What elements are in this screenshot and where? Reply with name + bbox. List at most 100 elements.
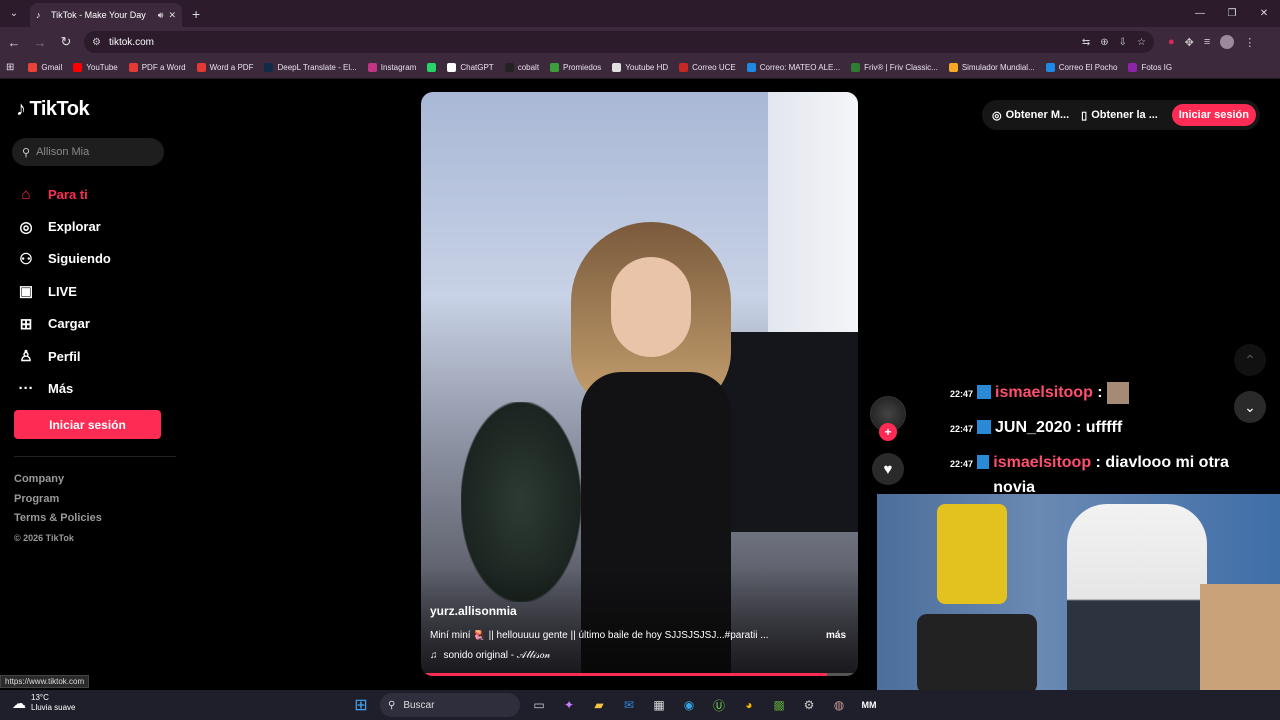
bookmark-favicon-icon xyxy=(196,63,206,72)
bookmark-item[interactable]: Word a PDF xyxy=(196,63,253,72)
sidebar-divider xyxy=(14,456,176,457)
upwork-icon[interactable]: Ⓤ xyxy=(708,694,730,716)
zoom-icon[interactable]: ⊕ xyxy=(1100,37,1108,48)
bookmark-favicon-icon xyxy=(447,63,457,72)
video-username[interactable]: yurz.allisonmia xyxy=(430,604,517,618)
file-explorer-icon[interactable]: ▰ xyxy=(588,694,610,716)
sidebar-item-para-ti[interactable]: ⌂ Para ti xyxy=(16,178,111,210)
follow-plus-icon[interactable]: + xyxy=(879,423,897,441)
speaker-icon[interactable]: 🔊︎ xyxy=(158,10,164,21)
reload-button[interactable]: ↻ xyxy=(54,30,78,54)
search-input[interactable]: ⚲ Allison Mia xyxy=(12,138,164,166)
restore-button[interactable]: ❐ xyxy=(1216,0,1248,27)
close-window-button[interactable]: ✕ xyxy=(1248,0,1280,27)
extension-icon[interactable]: ● xyxy=(1168,36,1175,48)
edge-icon[interactable]: ◉ xyxy=(678,694,700,716)
taskbar-search[interactable]: ⚲ Buscar xyxy=(380,693,520,717)
chat-username[interactable]: ismaelsitoop xyxy=(993,454,1091,471)
get-app-button[interactable]: ▯ Obtener la ... xyxy=(1081,109,1158,122)
get-coins-button[interactable]: ◎ Obtener M... xyxy=(992,109,1069,122)
sound-label: sonido original - 𝒜𝓁𝓁𝒾𝓈𝑜𝓃 xyxy=(443,650,551,661)
sidebar-item-label: Más xyxy=(48,381,74,397)
footer-link-program[interactable]: Program xyxy=(14,490,102,510)
extensions-puzzle-icon[interactable]: ✥ xyxy=(1185,36,1194,49)
user-avatar-icon[interactable]: ◍ xyxy=(828,694,850,716)
install-icon[interactable]: ⇩ xyxy=(1119,37,1127,48)
video-player[interactable]: yurz.allisonmia Miní miní 🪼 || hellouuuu… xyxy=(421,92,858,676)
minimize-button[interactable]: — xyxy=(1184,0,1216,27)
status-url-tooltip: https://www.tiktok.com xyxy=(0,675,90,688)
forward-button[interactable]: → xyxy=(28,30,52,54)
footer-link-company[interactable]: Company xyxy=(14,470,102,490)
video-sound[interactable]: ♫ sonido original - 𝒜𝓁𝓁𝒾𝓈𝑜𝓃 xyxy=(430,650,550,661)
tab-title: TikTok - Make Your Day xyxy=(51,10,146,20)
chat-message: 22:47 JUN_2020 : ufffff xyxy=(950,415,1240,442)
bookmark-item[interactable]: Friv® | Friv Classic... xyxy=(851,63,938,72)
minecraft-icon[interactable]: ▩ xyxy=(768,694,790,716)
apps-grid-icon[interactable]: ⊞ xyxy=(6,62,14,73)
bookmark-item[interactable]: YouTube xyxy=(73,63,118,72)
omnibox-actions: ⇆ ⊕ ⇩ ☆ xyxy=(1082,37,1146,48)
chrome-icon[interactable]: ◕ xyxy=(738,694,760,716)
weather-temp: 13°C xyxy=(31,693,49,702)
sidebar-item-live[interactable]: ▣ LIVE xyxy=(16,275,111,307)
translate-icon[interactable]: ⇆ xyxy=(1082,37,1090,48)
menu-icon[interactable]: ⋮ xyxy=(1244,36,1255,49)
bookmark-item[interactable]: cobalt xyxy=(504,63,539,72)
sidebar-item-explorar[interactable]: ◎ Explorar xyxy=(16,210,111,242)
task-view-icon[interactable]: ▭ xyxy=(528,694,550,716)
sidebar-item-más[interactable]: ··· Más xyxy=(16,372,111,404)
site-info-icon[interactable]: ⚙ xyxy=(92,37,101,48)
bookmark-favicon-icon xyxy=(851,63,861,72)
bookmark-item[interactable]: Simulador Mundial... xyxy=(948,63,1035,72)
bookmark-item[interactable]: Correo: MATEO ALE... xyxy=(746,63,840,72)
bookmark-favicon-icon xyxy=(264,63,274,72)
copilot-icon[interactable]: ✦ xyxy=(558,694,580,716)
search-placeholder: Allison Mia xyxy=(36,146,90,158)
login-button[interactable]: Iniciar sesión xyxy=(14,410,161,439)
bookmark-item[interactable]: DeepL Translate - El... xyxy=(264,63,357,72)
like-heart-icon[interactable]: ♥ xyxy=(872,453,904,485)
profile-avatar[interactable] xyxy=(1220,35,1235,49)
bookmark-item[interactable]: Promiedos xyxy=(550,63,601,72)
bookmark-item[interactable]: PDF a Word xyxy=(128,63,186,72)
media-control-icon[interactable]: ≡ xyxy=(1204,36,1210,48)
tab-search-chevron-icon[interactable]: ⌄ xyxy=(4,4,24,24)
bookmark-item[interactable]: Instagram xyxy=(367,63,416,72)
chat-username[interactable]: JUN_2020 xyxy=(995,419,1072,436)
bookmark-item[interactable]: Correo El Pocho xyxy=(1045,63,1117,72)
tiktok-logo[interactable]: ♪ TikTok xyxy=(16,98,90,121)
bookmark-item[interactable]: Correo UCE xyxy=(679,63,736,72)
video-progress-fill xyxy=(421,673,828,676)
browser-tab[interactable]: ♪ TikTok - Make Your Day 🔊︎ ✕ xyxy=(30,3,182,27)
bookmark-star-icon[interactable]: ☆ xyxy=(1137,37,1146,48)
bookmark-item[interactable]: ChatGPT xyxy=(447,63,494,72)
caption-more-button[interactable]: más xyxy=(826,630,846,641)
footer-link-terms[interactable]: Terms & Policies xyxy=(14,509,102,529)
bookmark-favicon-icon xyxy=(679,63,689,72)
windows-start-icon[interactable]: ⊞ xyxy=(350,694,372,716)
previous-video-button[interactable]: ⌃ xyxy=(1234,344,1266,376)
bookmark-label: PDF a Word xyxy=(141,63,186,72)
address-bar[interactable]: ⚙ tiktok.com ⇆ ⊕ ⇩ ☆ xyxy=(84,31,1154,53)
sidebar-item-siguiendo[interactable]: ⚇ Siguiendo xyxy=(16,243,111,275)
bookmark-item[interactable]: Youtube HD xyxy=(612,63,668,72)
header-login-button[interactable]: Iniciar sesión xyxy=(1171,104,1256,126)
store-icon[interactable]: ▦ xyxy=(648,694,670,716)
weather-widget[interactable]: ☁ 13°C Lluvia suave xyxy=(12,693,75,713)
bookmark-item[interactable] xyxy=(427,63,437,72)
back-button[interactable]: ← xyxy=(2,30,26,54)
video-progress-bar[interactable] xyxy=(421,673,858,676)
sidebar-item-perfil[interactable]: ♙ Perfil xyxy=(16,340,111,372)
bookmark-item[interactable]: Fotos IG xyxy=(1128,63,1172,72)
steam-icon[interactable]: ⚙ xyxy=(798,694,820,716)
new-tab-button[interactable]: + xyxy=(192,6,200,22)
sidebar-item-cargar[interactable]: ⊞ Cargar xyxy=(16,308,111,340)
bookmark-favicon-icon xyxy=(612,63,622,72)
bookmark-item[interactable]: Gmail xyxy=(28,63,62,72)
tab-close-icon[interactable]: ✕ xyxy=(168,10,176,21)
cloud-rain-icon: ☁ xyxy=(12,694,26,711)
mail-icon[interactable]: ✉ xyxy=(618,694,640,716)
chat-username[interactable]: ismaelsitoop xyxy=(995,384,1093,401)
mm-app-icon[interactable]: MM xyxy=(858,694,880,716)
